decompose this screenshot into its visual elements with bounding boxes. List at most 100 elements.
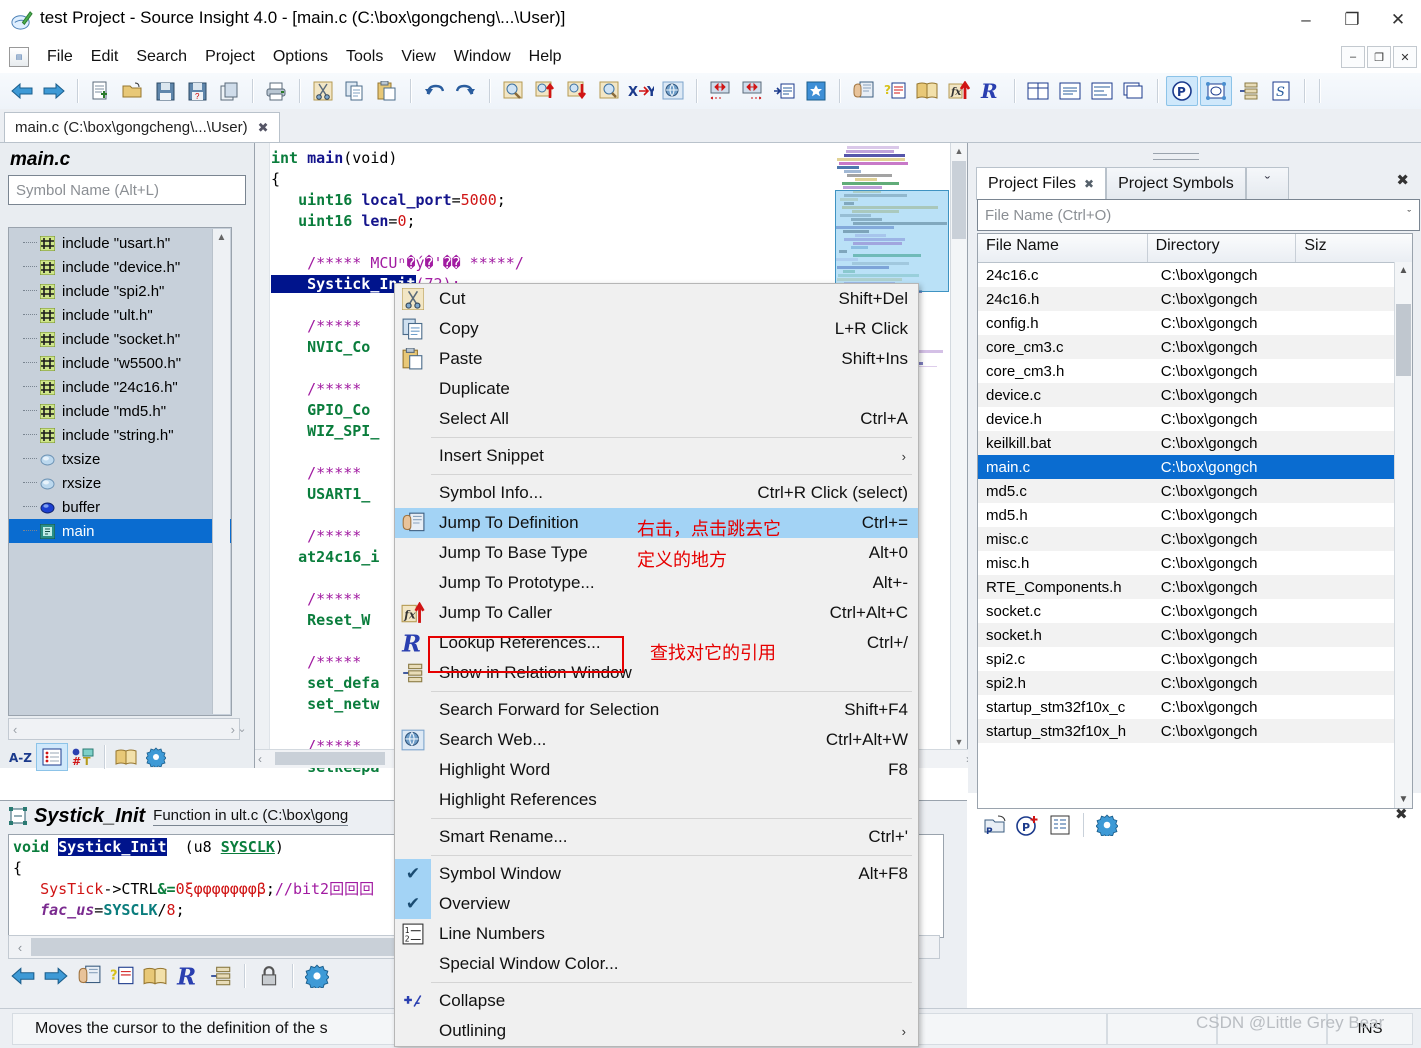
table-row[interactable]: md5.h C:\box\gongch [978, 503, 1412, 527]
menu-search[interactable]: Search [127, 46, 196, 68]
lock-icon[interactable] [252, 961, 285, 991]
jump-definition-icon[interactable] [848, 77, 878, 105]
symbol-list-scrollbar[interactable]: ▲ [212, 229, 230, 714]
column-size[interactable]: Siz [1296, 234, 1412, 262]
table-row[interactable]: device.h C:\box\gongch [978, 407, 1412, 431]
menu-item-highlight-word[interactable]: Highlight Word F8 [395, 755, 918, 785]
symbol-info-icon[interactable]: ? [105, 961, 138, 991]
browse-icon[interactable] [138, 961, 171, 991]
panel-drag-grip[interactable] [1153, 153, 1199, 160]
menu-item-highlight-references[interactable]: Highlight References [395, 785, 918, 815]
symbol-list-item[interactable]: main [9, 519, 231, 543]
scroll-thumb[interactable] [1396, 304, 1411, 376]
table-row[interactable]: md5.c C:\box\gongch [978, 479, 1412, 503]
table-row[interactable]: device.c C:\box\gongch [978, 383, 1412, 407]
tab-project-files[interactable]: Project Files ✖ [976, 167, 1107, 200]
sort-az-icon[interactable]: A-Z [6, 744, 36, 770]
project-window-icon[interactable]: P [1166, 76, 1198, 106]
lookup-references-icon[interactable]: R [976, 77, 1006, 105]
menu-item-symbol-window[interactable]: ✔ Symbol Window Alt+F8 [395, 859, 918, 889]
table-row[interactable]: core_cm3.c C:\box\gongch [978, 335, 1412, 359]
search-up-icon[interactable] [530, 77, 560, 105]
copy-icon[interactable] [340, 77, 370, 105]
menu-item-smart-rename[interactable]: Smart Rename... Ctrl+' [395, 822, 918, 852]
menu-item-cut[interactable]: Cut Shift+Del [395, 284, 918, 314]
print-icon[interactable] [261, 77, 291, 105]
symbol-list-item[interactable]: include "ult.h" [9, 303, 231, 327]
forward-arrow-icon[interactable] [39, 77, 69, 105]
table-row[interactable]: startup_stm32f10x_c C:\box\gongch [978, 695, 1412, 719]
table-row[interactable]: spi2.h C:\box\gongch [978, 671, 1412, 695]
menu-item-insert-snippet[interactable]: Insert Snippet › [395, 441, 918, 471]
symbol-info-icon[interactable]: ? [880, 77, 910, 105]
file-name-input[interactable]: File Name (Ctrl+O) ˇ [977, 199, 1420, 231]
symbol-scroll-down-icon[interactable]: ⌄ [232, 718, 252, 738]
menu-item-overview[interactable]: ✔ Overview [395, 889, 918, 919]
paste-icon[interactable] [372, 77, 402, 105]
table-row[interactable]: socket.h C:\box\gongch [978, 623, 1412, 647]
symbol-list-item[interactable]: include "spi2.h" [9, 279, 231, 303]
hscroll-thumb[interactable] [275, 752, 385, 765]
menu-item-search-web[interactable]: Search Web... Ctrl+Alt+W [395, 725, 918, 755]
table-row[interactable]: 24c16.c C:\box\gongch [978, 263, 1412, 287]
menu-help[interactable]: Help [520, 46, 571, 68]
scroll-up-icon[interactable]: ▲ [1395, 262, 1412, 279]
relation-window-icon[interactable] [1087, 77, 1117, 105]
column-file-name[interactable]: File Name [978, 234, 1148, 262]
minimize-button[interactable]: – [1283, 0, 1329, 40]
browse-icon[interactable] [912, 77, 942, 105]
table-row[interactable]: startup_stm32f10x_h C:\box\gongch [978, 719, 1412, 743]
editor-vscrollbar[interactable]: ▲ ▼ [950, 143, 967, 750]
relation-pane-icon[interactable] [1234, 77, 1264, 105]
menu-item-collapse[interactable]: Collapse [395, 986, 918, 1016]
scroll-left-icon[interactable]: ‹ [13, 722, 17, 737]
context-window-icon[interactable] [1055, 77, 1085, 105]
symbol-list-item[interactable]: include "md5.h" [9, 399, 231, 423]
symbol-list-item[interactable]: include "usart.h" [9, 231, 231, 255]
table-row[interactable]: socket.c C:\box\gongch [978, 599, 1412, 623]
gear-icon[interactable] [300, 961, 333, 991]
column-directory[interactable]: Directory [1148, 234, 1297, 262]
menu-item-line-numbers[interactable]: 1 2 Line Numbers [395, 919, 918, 949]
gear-icon[interactable] [141, 744, 171, 770]
table-row[interactable]: core_cm3.h C:\box\gongch [978, 359, 1412, 383]
overview-window-icon[interactable] [1200, 76, 1232, 106]
menu-edit[interactable]: Edit [82, 46, 128, 68]
mdi-close-button[interactable]: ✕ [1393, 46, 1417, 68]
symbol-list-icon[interactable] [36, 743, 68, 771]
cut-icon[interactable] [308, 77, 338, 105]
symbol-type-icon[interactable]: # T [68, 744, 98, 770]
scroll-left-icon[interactable]: ‹ [258, 752, 262, 766]
symbol-search-input[interactable]: Symbol Name (Alt+L) [8, 175, 246, 205]
menu-view[interactable]: View [392, 46, 444, 68]
scroll-left-icon[interactable]: ‹ [9, 940, 31, 955]
browse-icon[interactable] [111, 744, 141, 770]
duplicate-window-icon[interactable] [1119, 77, 1149, 105]
menu-item-symbol-info[interactable]: Symbol Info... Ctrl+R Click (select) [395, 478, 918, 508]
symbol-list-item[interactable]: include "24c16.h" [9, 375, 231, 399]
jump-definition-icon[interactable] [72, 961, 105, 991]
search-web-icon[interactable] [658, 77, 688, 105]
new-file-icon[interactable] [86, 77, 116, 105]
back-arrow-icon[interactable] [7, 77, 37, 105]
scroll-down-icon[interactable]: ▼ [951, 734, 967, 750]
forward-arrow-icon[interactable] [39, 961, 72, 991]
search-icon[interactable] [498, 77, 528, 105]
symbol-list-item[interactable]: include "w5500.h" [9, 351, 231, 375]
menu-options[interactable]: Options [264, 46, 337, 68]
minimap-viewport[interactable] [835, 190, 949, 292]
menu-item-jump-to-caller[interactable]: fx Jump To Caller Ctrl+Alt+C [395, 598, 918, 628]
symbol-list-item[interactable]: txsize [9, 447, 231, 471]
table-row[interactable]: 24c16.h C:\box\gongch [978, 287, 1412, 311]
table-row[interactable]: config.h C:\box\gongch [978, 311, 1412, 335]
new-project-icon[interactable]: P [1012, 811, 1044, 839]
scroll-up-icon[interactable]: ▲ [213, 229, 230, 246]
undo-icon[interactable] [419, 77, 449, 105]
save-icon[interactable] [150, 77, 180, 105]
close-icon[interactable]: ✖ [1084, 177, 1094, 191]
menu-item-search-forward-for-selection[interactable]: Search Forward for Selection Shift+F4 [395, 695, 918, 725]
replace-icon[interactable]: XY [626, 77, 656, 105]
symbol-hscrollbar[interactable]: ‹ › [8, 718, 240, 740]
table-row[interactable]: keilkill.bat C:\box\gongch [978, 431, 1412, 455]
table-row[interactable]: main.c C:\box\gongch [978, 455, 1412, 479]
